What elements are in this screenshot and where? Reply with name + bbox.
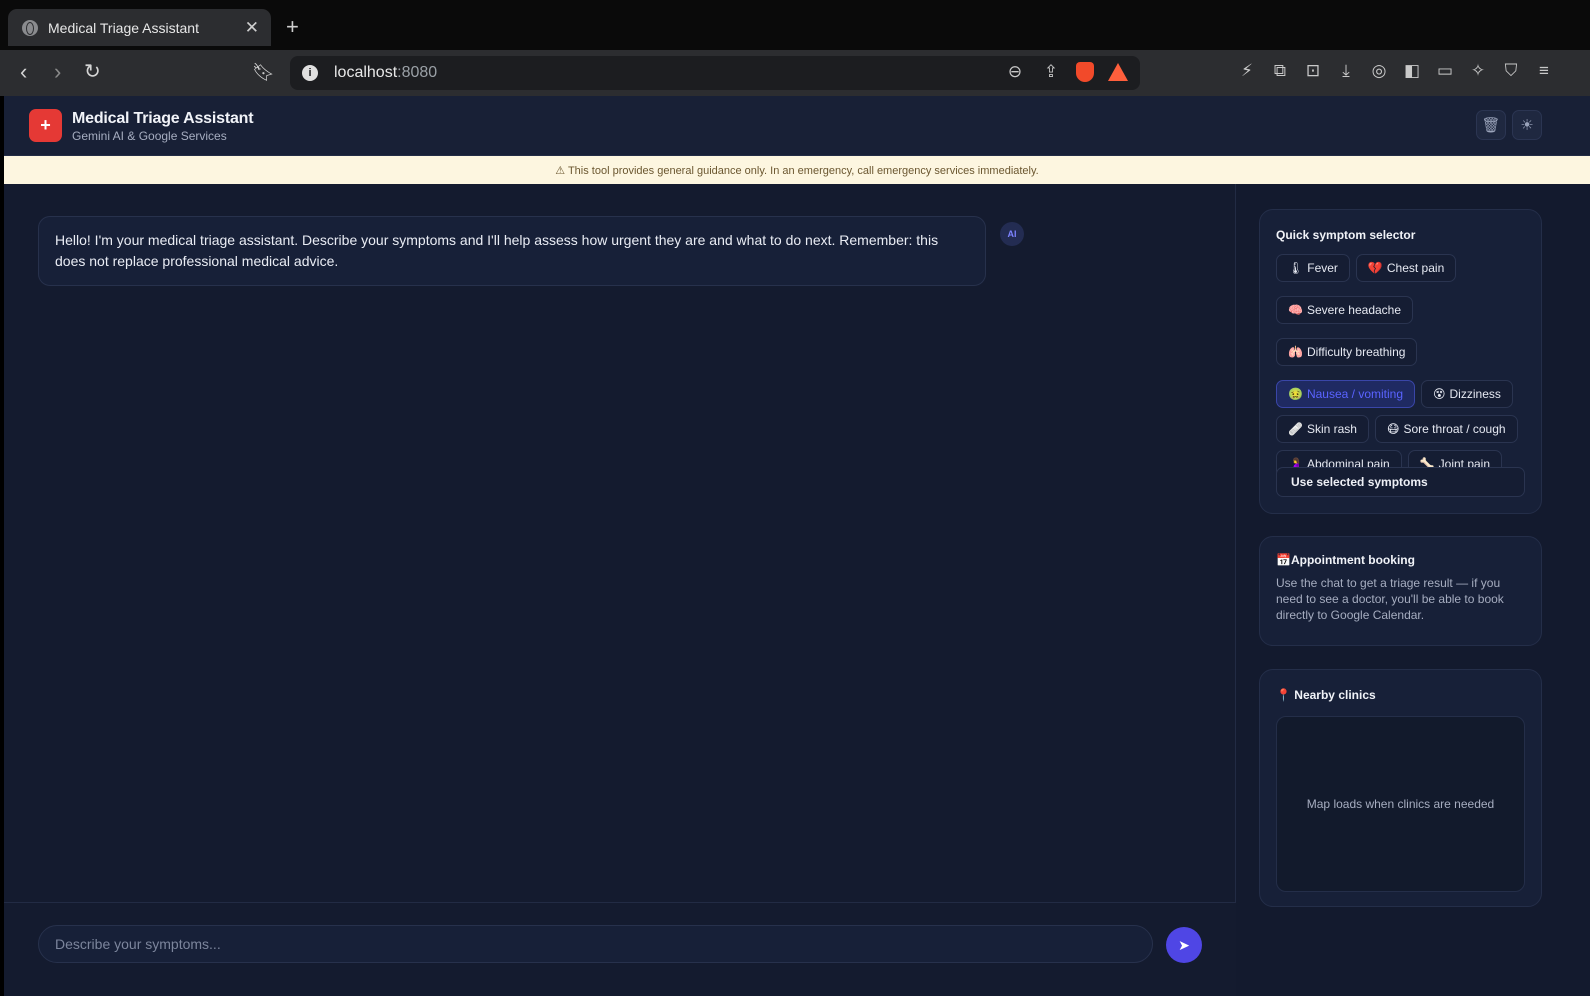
sidebar: Quick symptom selector 🌡 Fever 💔 Chest pai… (1236, 184, 1590, 996)
bookmark-icon[interactable]: 🔖︎ (252, 60, 275, 84)
thermometer-icon: 🌡 (1288, 261, 1304, 275)
chip-label: Nausea / vomiting (1306, 387, 1403, 401)
chip-sore-throat-cough[interactable]: 😷 Sore throat / cough (1374, 415, 1518, 443)
chip-severe-headache[interactable]: 🧠 Severe headache (1276, 296, 1414, 324)
symptom-chip-list: 🌡 Fever 💔 Chest pain 🧠 Severe headache 🫁 Dif… (1276, 254, 1532, 478)
globe-icon (22, 19, 38, 36)
chip-label: Dizziness (1449, 387, 1501, 401)
tab-title: Medical Triage Assistant (48, 19, 199, 36)
chip-fever[interactable]: 🌡 Fever (1276, 254, 1350, 282)
brave-shields-icon[interactable] (1076, 62, 1094, 82)
app-root: + Medical Triage Assistant Gemini AI & G… (4, 96, 1590, 996)
send-arrow-icon: ➤ (1178, 936, 1190, 953)
send-button[interactable]: ➤ (1166, 927, 1202, 963)
chip-label: Severe headache (1306, 303, 1402, 317)
disclaimer-banner: ⚠ This tool provides general guidance on… (4, 156, 1590, 184)
chip-label: Sore throat / cough (1403, 422, 1506, 436)
sidebar-icon[interactable]: ◧ (1401, 61, 1423, 81)
nauseated-face-icon: 🤢 (1288, 387, 1303, 401)
chat-composer: ➤ (4, 902, 1236, 996)
reload-icon[interactable]: ↻ (84, 60, 101, 84)
sun-icon: ☀ (1520, 117, 1534, 134)
appointment-card: 📅Appointment booking Use the chat to get… (1259, 536, 1542, 646)
nearby-clinics-title: 📍 Nearby clinics (1276, 688, 1376, 702)
extensions-icon[interactable]: ⧉ (1269, 61, 1291, 81)
screenshot-icon[interactable]: ⊡ (1302, 61, 1324, 81)
address-bar[interactable]: i localhost:8080 ⊖ ⇪ (290, 56, 1140, 90)
new-tab-button[interactable]: + (286, 14, 299, 40)
back-icon[interactable]: ‹ (20, 60, 27, 84)
chip-difficulty-breathing[interactable]: 🫁 Difficulty breathing (1276, 338, 1418, 366)
clinics-map-placeholder[interactable]: Map loads when clinics are needed (1276, 716, 1525, 892)
lungs-icon: 🫁 (1288, 345, 1303, 359)
app-header: + Medical Triage Assistant Gemini AI & G… (4, 96, 1590, 156)
broken-heart-icon: 💔 (1367, 261, 1383, 275)
zoom-out-icon[interactable]: ⊖ (1004, 62, 1026, 82)
chip-label: Chest pain (1386, 261, 1445, 275)
leo-ai-icon[interactable]: ✧ (1467, 61, 1489, 81)
symptom-selector-card: Quick symptom selector 🌡 Fever 💔 Chest pai… (1259, 209, 1542, 514)
nearby-clinics-card: 📍 Nearby clinics Map loads when clinics … (1259, 669, 1542, 907)
chip-label: Difficulty breathing (1306, 345, 1406, 359)
forward-icon[interactable]: › (54, 60, 61, 84)
dizzy-face-icon: 😵 (1433, 387, 1446, 401)
site-info-icon[interactable]: i (302, 65, 318, 81)
theme-toggle-button[interactable]: ☀ (1512, 110, 1542, 140)
brave-rewards-icon[interactable] (1108, 63, 1128, 81)
vpn-icon[interactable]: ⛉ (1500, 61, 1522, 81)
browser-tab[interactable]: Medical Triage Assistant ✕ (8, 9, 271, 46)
ai-avatar-badge: AI (1000, 222, 1024, 246)
extension-bolt-icon[interactable]: ⚡ (1236, 61, 1258, 81)
medical-cross-logo-icon: + (29, 109, 62, 142)
symptom-input[interactable] (38, 925, 1153, 963)
trash-icon: 🗑 (1481, 117, 1501, 134)
browser-toolbar: ‹ › ↻ 🔖︎ i localhost:8080 ⊖ ⇪ ⚡ ⧉ ⊡ ⤓ ◎ … (0, 50, 1590, 96)
share-icon[interactable]: ⇪ (1040, 62, 1062, 82)
appointment-description: Use the chat to get a triage result — if… (1276, 576, 1504, 622)
map-pin-icon: 📍 (1276, 688, 1291, 702)
app-subtitle: Gemini AI & Google Services (72, 129, 227, 143)
clear-chat-button[interactable]: 🗑 (1476, 110, 1506, 140)
chat-panel: Hello! I'm your medical triage assistant… (4, 184, 1236, 996)
menu-icon[interactable]: ≡ (1533, 61, 1555, 81)
bandage-icon: 🩹 (1288, 422, 1303, 436)
wallet-icon[interactable]: ▭ (1434, 61, 1456, 81)
appointment-title: 📅Appointment booking (1276, 553, 1415, 567)
symptom-selector-title: Quick symptom selector (1276, 228, 1416, 242)
close-tab-icon[interactable]: ✕ (245, 18, 259, 38)
browser-tab-bar: Medical Triage Assistant ✕ + (0, 0, 1590, 50)
brain-icon: 🧠 (1288, 303, 1303, 317)
calendar-icon: 📅 (1276, 553, 1291, 567)
chip-dizziness[interactable]: 😵 Dizziness (1421, 380, 1513, 408)
url-text: localhost:8080 (334, 64, 438, 81)
chip-chest-pain[interactable]: 💔 Chest pain (1355, 254, 1457, 282)
use-selected-symptoms-button[interactable]: Use selected symptoms (1276, 467, 1525, 497)
mask-face-icon: 😷 (1386, 422, 1400, 436)
app-title: Medical Triage Assistant (72, 110, 254, 127)
assistant-message: Hello! I'm your medical triage assistant… (38, 216, 986, 286)
chip-skin-rash[interactable]: 🩹 Skin rash (1276, 415, 1369, 443)
speedreader-icon[interactable]: ◎ (1368, 61, 1390, 81)
download-icon[interactable]: ⤓ (1335, 61, 1357, 81)
chip-label: Skin rash (1306, 422, 1357, 436)
chip-label: Fever (1307, 261, 1338, 275)
chip-nausea-vomiting[interactable]: 🤢 Nausea / vomiting (1276, 380, 1415, 408)
